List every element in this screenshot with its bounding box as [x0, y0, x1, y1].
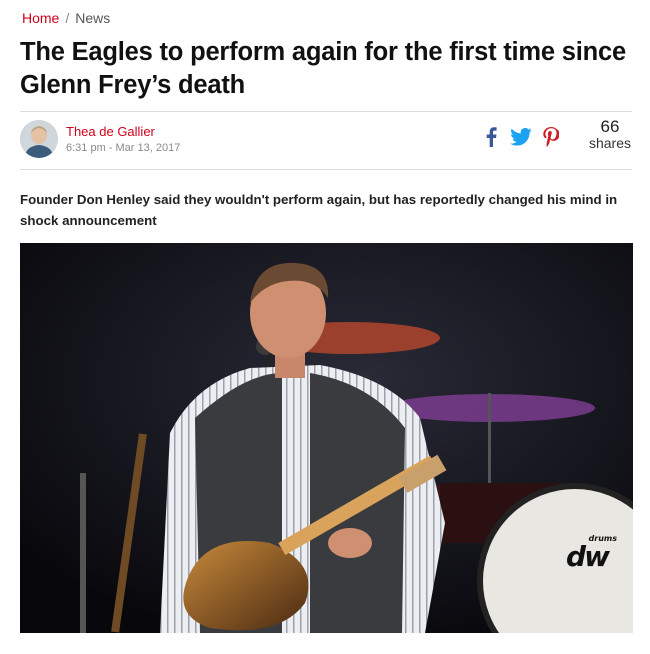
hero-image: drums dw [20, 243, 633, 633]
breadcrumb-news-link[interactable]: News [75, 9, 110, 27]
byline-divider-top [20, 111, 632, 112]
author-avatar[interactable] [20, 120, 58, 158]
drum-logo: drums dw [557, 535, 617, 571]
breadcrumb-home-link[interactable]: Home [22, 9, 59, 27]
breadcrumb-separator: / [65, 10, 70, 26]
facebook-icon[interactable] [480, 126, 502, 148]
pinterest-icon[interactable] [540, 126, 562, 148]
breadcrumb: Home / News [22, 9, 110, 27]
share-count-label: shares [588, 135, 632, 151]
author-name[interactable]: Thea de Gallier [66, 124, 155, 139]
article-standfirst: Founder Don Henley said they wouldn't pe… [20, 192, 618, 228]
twitter-icon[interactable] [510, 126, 532, 148]
article-headline: The Eagles to perform again for the firs… [20, 38, 626, 99]
drum-logo-brand: dw [566, 540, 610, 573]
share-count: 66 shares [585, 117, 635, 151]
byline-divider-bottom [20, 169, 632, 170]
share-bar [480, 126, 562, 148]
share-count-number: 66 [600, 117, 620, 136]
publish-date: 6:31 pm - Mar 13, 2017 [66, 142, 181, 154]
